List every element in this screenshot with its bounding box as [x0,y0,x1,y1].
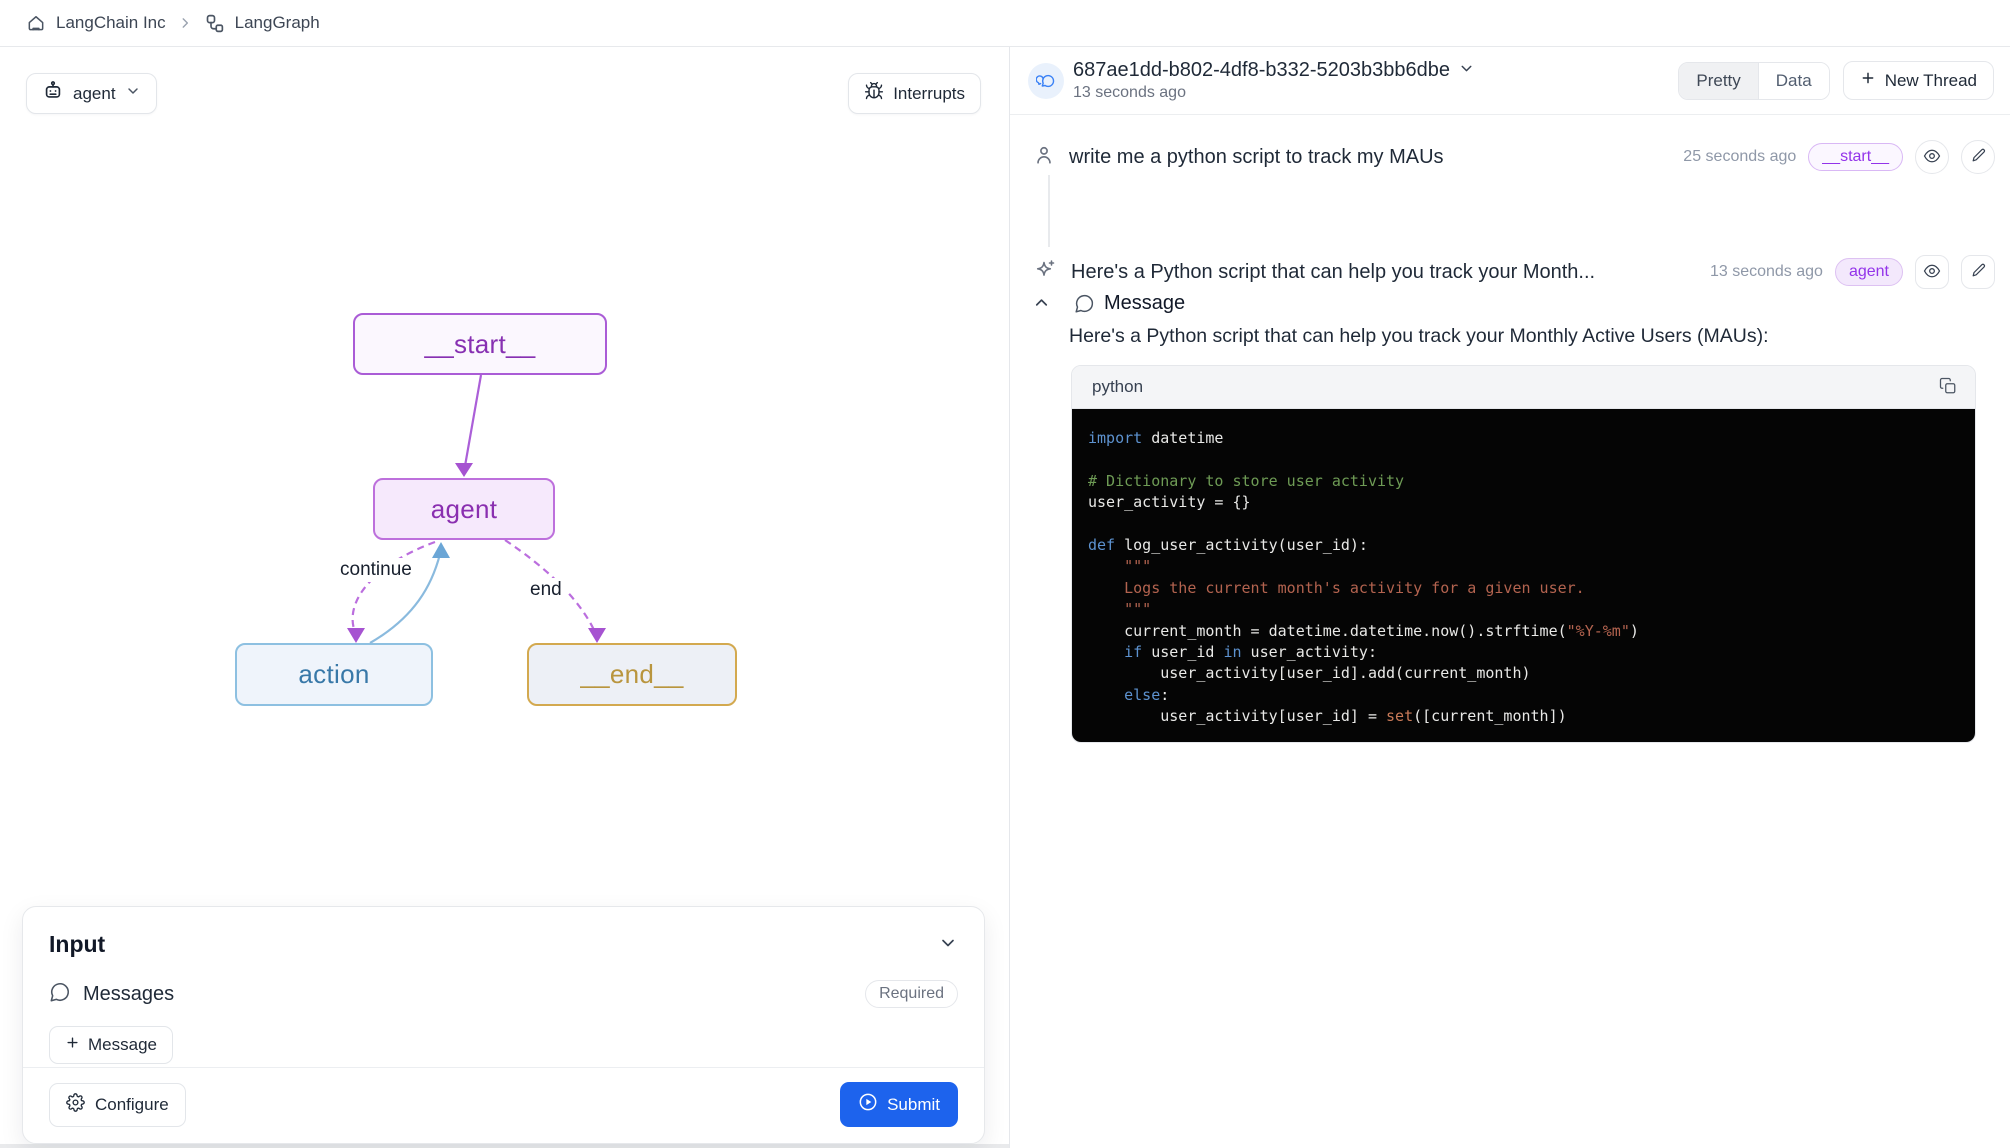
configure-label: Configure [95,1095,169,1115]
interrupts-button[interactable]: Interrupts [848,73,981,114]
edit-message-button[interactable] [1961,140,1995,174]
graph-node-end[interactable]: __end__ [527,643,737,706]
add-message-button[interactable]: Message [49,1026,173,1064]
ai-message-body: Here's a Python script that can help you… [1069,325,1970,348]
configure-button[interactable]: Configure [49,1083,186,1127]
app-root: LangChain Inc LangGraph agent [0,0,2010,1148]
graph-node-start[interactable]: __start__ [353,313,607,375]
view-toggle-data[interactable]: Data [1758,63,1829,99]
copy-code-button[interactable] [1939,377,1957,398]
plus-icon [1860,70,1876,91]
graph-selector-dropdown[interactable]: agent [26,73,157,114]
home-icon [26,13,46,33]
view-toggle-pretty[interactable]: Pretty [1679,63,1757,99]
graph-panel: agent Interrupts __start__ agent action … [0,47,1009,1148]
eye-icon [1923,262,1941,283]
edge-label-continue: continue [334,558,418,582]
thread-avatar [1028,63,1064,99]
thread-header: 687ae1dd-b802-4df8-b332-5203b3bb6dbe 13 … [1010,47,2010,115]
submit-button[interactable]: Submit [840,1082,958,1127]
code-block-content: import datetime # Dictionary to store us… [1072,409,1975,742]
timeline-connector [1048,175,1050,247]
edge-label-end: end [524,578,568,602]
human-message-text: write me a python script to track my MAU… [1069,146,1444,169]
node-badge-agent[interactable]: agent [1835,258,1903,286]
pencil-icon [1970,262,1987,282]
submit-label: Submit [887,1095,940,1115]
robot-icon [42,80,64,107]
ai-message-text: Here's a Python script that can help you… [1071,261,1595,284]
add-message-label: Message [88,1035,157,1055]
node-badge-start[interactable]: __start__ [1808,143,1903,171]
chevron-down-icon [125,83,141,104]
graph-selector-label: agent [73,84,116,104]
play-circle-icon [858,1092,878,1117]
input-panel-title: Input [49,931,105,958]
message-section-label: Message [1104,292,1185,315]
message-row-human: write me a python script to track my MAU… [1033,139,1995,175]
new-thread-button[interactable]: New Thread [1843,61,1994,100]
chevron-down-icon [938,933,958,956]
plus-icon [65,1035,80,1055]
input-field-messages: Messages Required [49,980,958,1008]
view-toggle: Pretty Data [1678,62,1829,100]
new-thread-label: New Thread [1885,71,1977,91]
gear-icon [66,1093,85,1117]
breadcrumb-org-label: LangChain Inc [56,13,166,33]
chevron-up-icon [1032,293,1051,315]
interrupts-label: Interrupts [893,84,965,104]
pencil-icon [1970,147,1987,167]
message-row-ai: Here's a Python script that can help you… [1033,254,1995,290]
chevron-right-icon [178,16,192,30]
edit-message-button[interactable] [1961,255,1995,289]
graph-edges [0,47,1009,907]
workflow-icon [204,13,225,34]
human-message-timestamp: 25 seconds ago [1683,148,1796,166]
message-section-header: Message [1032,292,1185,315]
breadcrumb-project-label: LangGraph [235,13,320,33]
chevron-down-icon [1458,60,1475,82]
thread-last-updated: 13 seconds ago [1073,84,1475,102]
view-message-button[interactable] [1915,140,1949,174]
main-area: agent Interrupts __start__ agent action … [0,47,2010,1148]
required-badge: Required [865,980,958,1008]
ai-message-timestamp: 13 seconds ago [1710,263,1823,281]
breadcrumb-org[interactable]: LangChain Inc [26,13,166,33]
topbar: LangChain Inc LangGraph [0,0,2010,47]
graph-node-action[interactable]: action [235,643,433,706]
messages-field-label: Messages [83,983,174,1006]
message-bubble-icon [1074,293,1095,314]
eye-icon [1923,147,1941,168]
collapse-message-button[interactable] [1032,293,1051,315]
sparkles-icon [1033,258,1057,287]
user-icon [1033,144,1055,171]
breadcrumb-project[interactable]: LangGraph [204,13,320,34]
thread-id: 687ae1dd-b802-4df8-b332-5203b3bb6dbe [1073,59,1450,82]
message-bubble-icon [49,981,71,1008]
view-message-button[interactable] [1915,255,1949,289]
code-block: python import datetime # Dictionary to s… [1071,365,1976,743]
thread-id-dropdown[interactable]: 687ae1dd-b802-4df8-b332-5203b3bb6dbe [1073,59,1475,82]
code-language-label: python [1092,377,1143,397]
input-panel: Input Messages Required [22,906,985,1144]
graph-node-agent[interactable]: agent [373,478,555,540]
input-collapse-button[interactable] [938,933,958,956]
thread-panel: 687ae1dd-b802-4df8-b332-5203b3bb6dbe 13 … [1009,47,2010,1148]
bug-icon [864,81,884,106]
copy-icon [1939,377,1957,398]
